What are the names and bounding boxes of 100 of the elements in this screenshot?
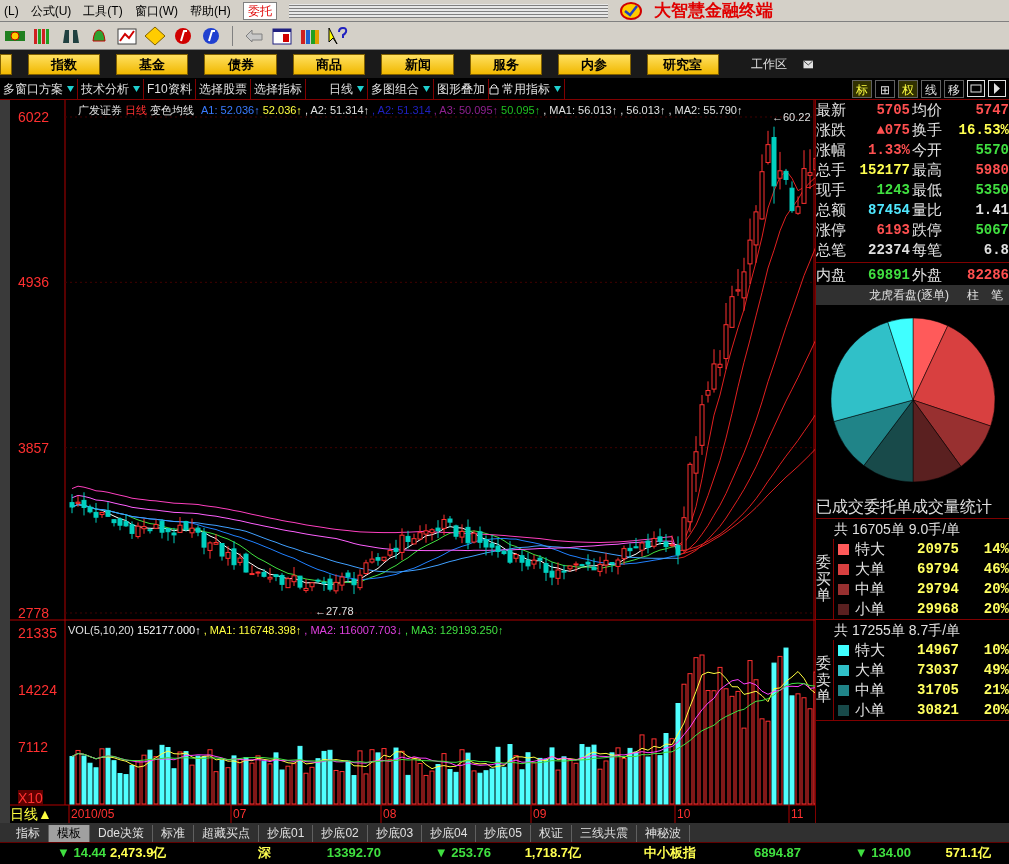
status-value: 13392.70 [325, 843, 382, 862]
price-axis-label: 2778 [18, 605, 50, 621]
date-axis-label: 08 [383, 807, 397, 821]
status-value: 1,718.7亿 [523, 843, 582, 862]
order-size-label: 大单 [855, 558, 886, 579]
quote-label: 现手 [816, 181, 847, 199]
order-size-label: 中单 [855, 679, 886, 700]
menu-item[interactable]: 窗口(W) [134, 1, 178, 20]
status-value: 2,473.9亿 [110, 843, 165, 862]
date-axis-label: 2010/05 [71, 807, 115, 821]
option-menu[interactable]: 多图组合 [367, 78, 434, 99]
menu-item[interactable]: (L) [4, 1, 19, 20]
indicator-value: , A2: 51.314 [372, 103, 431, 118]
quote-value: 22374 [867, 241, 910, 259]
quote-label: 总额 [816, 201, 847, 219]
option-menu[interactable]: 技术分析 [78, 78, 144, 99]
indicator-value: 50.095↑ [501, 103, 541, 118]
option-menu[interactable]: F10资料 [144, 78, 196, 99]
quote-value: 87454 [867, 201, 910, 219]
nav-button[interactable]: 债券 [204, 53, 277, 75]
indicator-value: , MA1: 56.013↑ [543, 103, 618, 118]
view-button[interactable]: 线 [921, 79, 941, 98]
app-title: 大智慧金融终端 [654, 0, 773, 22]
quote-value: 5705 [875, 101, 910, 119]
panel-tab[interactable]: 柱 [965, 286, 981, 304]
stats-title: 已成交委托单成交量统计 [816, 495, 1009, 519]
view-button[interactable]: 移 [944, 79, 964, 98]
indicator-value: 52.036↑ [262, 103, 302, 118]
option-menu[interactable]: 选择股票 [195, 78, 251, 99]
date-axis-label: 07 [233, 807, 247, 821]
status-value: 深 [257, 843, 272, 862]
status-value: ▼ 14.44 [56, 843, 107, 862]
view-button[interactable]: 标 [852, 79, 872, 98]
period-label: 日线 [125, 103, 147, 118]
order-share: 20% [982, 599, 1009, 619]
high-price-label: ←60.22 [772, 111, 811, 123]
nav-button[interactable]: 服务 [469, 53, 543, 75]
nav-button[interactable]: 商品 [292, 53, 366, 75]
option-menu[interactable]: 多窗口方案 [0, 78, 78, 99]
order-volume: 29968 [916, 599, 959, 619]
quote-value: 69891 [867, 266, 910, 284]
nav-button[interactable]: 新闻 [381, 53, 454, 75]
order-summary: 共 17255单 8.7手/单 [834, 621, 962, 640]
quote-value: 152177 [858, 161, 910, 179]
nav-button[interactable]: 指数 [27, 53, 100, 75]
price-axis-label: 3857 [18, 439, 50, 456]
indicator-name: 变色均线 [150, 103, 194, 118]
quote-value: 82286 [966, 266, 1009, 284]
side-label: 委卖单 [816, 640, 834, 720]
date-axis-label: 09 [533, 807, 547, 821]
order-size-label: 特大 [855, 538, 886, 559]
option-menu[interactable]: 选择指标 [250, 78, 306, 99]
quote-value: 1.41 [974, 201, 1009, 219]
quote-label: 总笔 [816, 241, 847, 259]
trade-button[interactable]: 委托 [242, 1, 277, 20]
quote-value: 5747 [974, 101, 1009, 119]
quote-label: 最高 [912, 161, 943, 179]
menu-item[interactable]: 公式(U) [30, 1, 72, 20]
menu-item[interactable]: 工具(T) [83, 1, 123, 20]
order-size-label: 中单 [855, 578, 886, 599]
period-indicator: 日线▲ [10, 806, 52, 822]
order-share: 49% [982, 660, 1009, 680]
quote-value: 5067 [974, 221, 1009, 239]
view-button[interactable]: 权 [898, 79, 918, 98]
option-menu[interactable]: 日线 [325, 78, 368, 99]
option-menu[interactable]: 图形叠加 [433, 78, 489, 99]
quote-value: 6193 [875, 221, 910, 239]
menu-item[interactable]: 帮助(H) [190, 1, 231, 20]
quote-label: 涨停 [816, 221, 847, 239]
quote-value: 16.53% [957, 121, 1009, 139]
date-axis-label: 11 [791, 807, 804, 821]
status-value: 571.1亿 [944, 843, 992, 862]
low-price-label: ←27.78 [315, 605, 354, 617]
quote-label: 总手 [816, 161, 847, 179]
quote-label: 每笔 [912, 241, 943, 259]
volume-value: 152177.000↑ [137, 623, 201, 638]
order-share: 14% [982, 539, 1009, 559]
nav-button[interactable]: 内参 [558, 53, 631, 75]
panel-tab[interactable]: 笔 [989, 286, 1005, 304]
date-axis-label: 10 [677, 807, 691, 821]
volume-value: VOL(5,10,20) [68, 623, 135, 638]
order-volume: 73037 [916, 660, 959, 680]
order-share: 20% [982, 700, 1009, 720]
quote-label: 外盘 [912, 266, 943, 284]
stock-name: 广发证券 [78, 103, 122, 118]
quote-value: 5980 [974, 161, 1009, 179]
view-button[interactable]: ⊞ [875, 79, 895, 98]
volume-axis-label: X10 [18, 790, 43, 806]
order-share: 21% [982, 680, 1009, 700]
quote-label: 最新 [816, 101, 847, 119]
option-menu[interactable]: 常用指标 [498, 78, 565, 99]
bottom-tab[interactable]: 模板 [49, 825, 90, 842]
status-value: 中小板指 [643, 843, 697, 862]
nav-button[interactable]: 基金 [115, 53, 189, 75]
quote-value: ▲075 [875, 121, 910, 139]
side-label: 委买单 [816, 539, 834, 619]
order-volume: 31705 [916, 680, 959, 700]
quote-label: 跌停 [912, 221, 943, 239]
nav-button[interactable]: 研究室 [646, 53, 720, 75]
indicator-value: , A2: 51.314↑ [304, 103, 370, 118]
